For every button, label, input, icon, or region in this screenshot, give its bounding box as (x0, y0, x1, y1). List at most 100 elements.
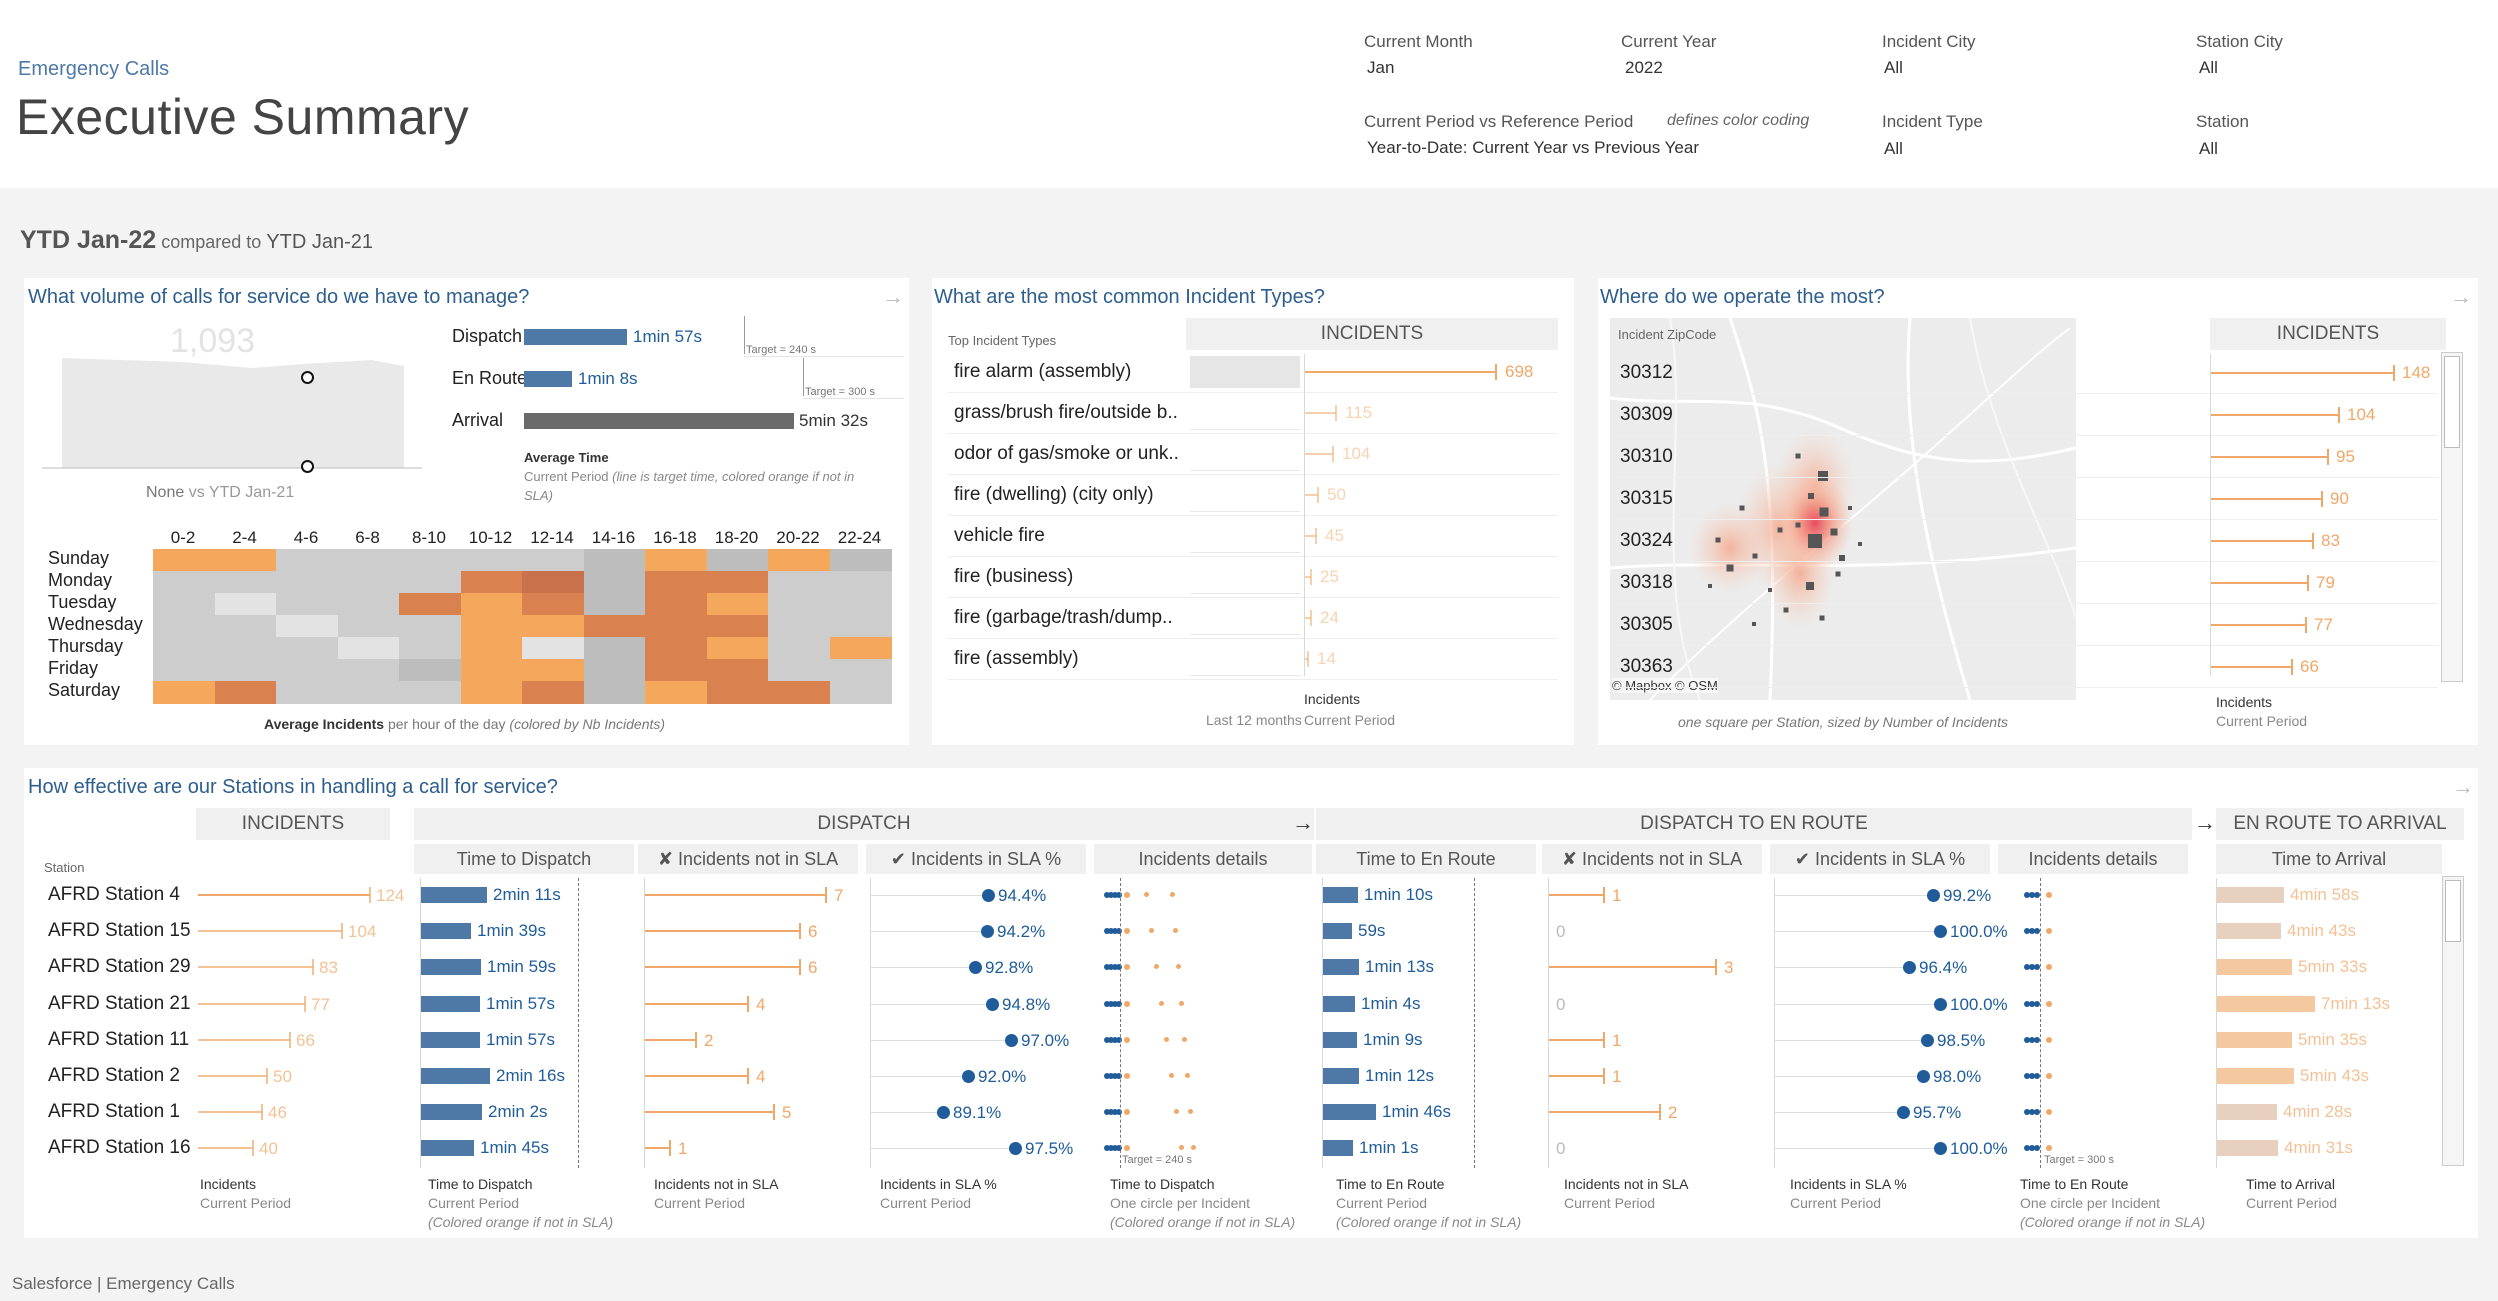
heatmap-cell[interactable] (768, 593, 830, 616)
heatmap-cell[interactable] (522, 659, 584, 682)
station-dispatch-bar[interactable] (420, 1068, 490, 1084)
filter-current-year-value[interactable]: 2022 (1625, 58, 1663, 78)
station-enroute-detail-dot[interactable] (2046, 1145, 2052, 1152)
heatmap-cell[interactable] (153, 637, 215, 660)
station-incidents-bar[interactable] (198, 1002, 305, 1005)
heatmap-cell[interactable] (460, 615, 523, 638)
heatmap-cell[interactable] (153, 571, 215, 594)
heatmap-cell[interactable] (583, 593, 646, 616)
station-dispatch-detail-dot[interactable] (1124, 1073, 1130, 1079)
stations-scrollbar[interactable] (2442, 876, 2464, 1166)
type-bar[interactable] (1304, 412, 1336, 414)
heatmap-cell[interactable] (399, 549, 461, 572)
heatmap-cell[interactable] (522, 593, 584, 616)
heatmap-cell[interactable] (337, 637, 400, 660)
station-enroute-sla-dot[interactable] (1903, 961, 1916, 975)
station-arrival-bar[interactable] (2216, 995, 2315, 1012)
filter-period-value[interactable]: Year-to-Date: Current Year vs Previous Y… (1367, 138, 1699, 158)
station-dispatch-nsla-bar[interactable] (644, 894, 826, 896)
station-dispatch-sla-dot[interactable] (1005, 1033, 1018, 1047)
heatmap-cell[interactable] (460, 659, 523, 682)
heatmap-cell[interactable] (337, 681, 400, 704)
station-dispatch-detail-dot[interactable] (1116, 1036, 1122, 1043)
heatmap-cell[interactable] (214, 615, 277, 638)
station-enroute-nsla-bar[interactable] (1548, 966, 1716, 969)
station-arrival-bar[interactable] (2216, 1140, 2278, 1157)
station-dispatch-bar[interactable] (420, 1104, 482, 1121)
station-enroute-detail-dot[interactable] (2046, 1073, 2052, 1079)
station-dispatch-detail-dot[interactable] (1116, 1073, 1122, 1079)
heatmap-cell[interactable] (276, 615, 338, 638)
station-enroute-bar[interactable] (1322, 923, 1352, 940)
zip-scrollbar-thumb[interactable] (2444, 356, 2460, 448)
station-dispatch-detail-dot[interactable] (1154, 964, 1159, 970)
station-dispatch-nsla-bar[interactable] (644, 1111, 774, 1114)
heatmap-cell[interactable] (214, 659, 277, 682)
station-dispatch-sla-dot[interactable] (1009, 1142, 1022, 1156)
station-dispatch-bar[interactable] (420, 887, 487, 903)
map-expand-arrow-icon[interactable]: → (2450, 284, 2472, 310)
heatmap-cell[interactable] (337, 571, 400, 594)
heatmap-cell[interactable] (399, 571, 461, 594)
station-dispatch-detail-dot[interactable] (1124, 1036, 1130, 1043)
zip-bar[interactable] (2210, 582, 2308, 584)
station-dispatch-detail-dot[interactable] (1124, 1145, 1130, 1152)
heatmap-cell[interactable] (276, 681, 338, 704)
heatmap-cell[interactable] (768, 549, 830, 572)
station-dispatch-bar[interactable] (420, 1031, 480, 1048)
time-bar-0[interactable] (524, 329, 627, 345)
heatmap-cell[interactable] (829, 593, 892, 616)
zip-bar[interactable] (2210, 498, 2322, 500)
station-incidents-bar[interactable] (198, 1111, 262, 1114)
heatmap-cell[interactable] (522, 549, 584, 572)
type-bar[interactable] (1304, 494, 1318, 496)
heatmap-cell[interactable] (706, 681, 769, 704)
station-dispatch-detail-dot[interactable] (1116, 1000, 1122, 1007)
heatmap-cell[interactable] (276, 637, 338, 660)
heatmap-cell[interactable] (522, 615, 584, 638)
heatmap-cell[interactable] (583, 681, 646, 704)
filter-station-city-value[interactable]: All (2199, 58, 2218, 78)
station-dispatch-detail-dot[interactable] (1144, 892, 1149, 897)
filter-incident-type-value[interactable]: All (1884, 139, 1903, 159)
heatmap-cell[interactable] (645, 549, 707, 572)
station-dispatch-detail-dot[interactable] (1116, 892, 1122, 898)
heatmap-cell[interactable] (399, 681, 461, 704)
heatmap-cell[interactable] (829, 659, 892, 682)
heatmap-cell[interactable] (276, 659, 338, 682)
filter-current-month-value[interactable]: Jan (1367, 58, 1394, 78)
station-arrival-bar[interactable] (2216, 923, 2281, 940)
station-dispatch-detail-dot[interactable] (1188, 1109, 1193, 1115)
zip-bar[interactable] (2210, 456, 2328, 458)
heatmap-cell[interactable] (153, 615, 215, 638)
heatmap-cell[interactable] (522, 571, 584, 594)
station-enroute-bar[interactable] (1322, 1140, 1353, 1157)
heatmap-cell[interactable] (337, 593, 400, 616)
station-incidents-bar[interactable] (198, 1075, 267, 1077)
station-dispatch-detail-dot[interactable] (1149, 928, 1154, 934)
heatmap-cell[interactable] (583, 549, 646, 572)
zip-bar[interactable] (2210, 414, 2339, 416)
heatmap-cell[interactable] (460, 593, 523, 616)
station-dispatch-detail-dot[interactable] (1116, 1109, 1122, 1116)
station-dispatch-sla-dot[interactable] (962, 1070, 975, 1083)
heatmap-cell[interactable] (399, 659, 461, 682)
station-dispatch-detail-dot[interactable] (1159, 1000, 1164, 1006)
filter-station-value[interactable]: All (2199, 139, 2218, 159)
station-enroute-detail-dot[interactable] (2046, 892, 2052, 898)
heatmap-cell[interactable] (829, 615, 892, 638)
station-enroute-nsla-bar[interactable] (1548, 1038, 1604, 1041)
heatmap-cell[interactable] (214, 571, 277, 594)
heatmap-cell[interactable] (645, 615, 707, 638)
station-dispatch-detail-dot[interactable] (1169, 1073, 1174, 1078)
heatmap-cell[interactable] (337, 659, 400, 682)
station-arrival-bar[interactable] (2216, 887, 2284, 903)
station-dispatch-nsla-bar[interactable] (644, 1075, 748, 1077)
station-dispatch-nsla-bar[interactable] (644, 1002, 748, 1005)
station-dispatch-bar[interactable] (420, 1140, 474, 1157)
station-enroute-nsla-bar[interactable] (1548, 894, 1604, 896)
station-enroute-bar[interactable] (1322, 887, 1358, 903)
heatmap-cell[interactable] (645, 659, 707, 682)
station-dispatch-detail-dot[interactable] (1179, 1145, 1184, 1151)
heatmap-cell[interactable] (768, 681, 830, 704)
